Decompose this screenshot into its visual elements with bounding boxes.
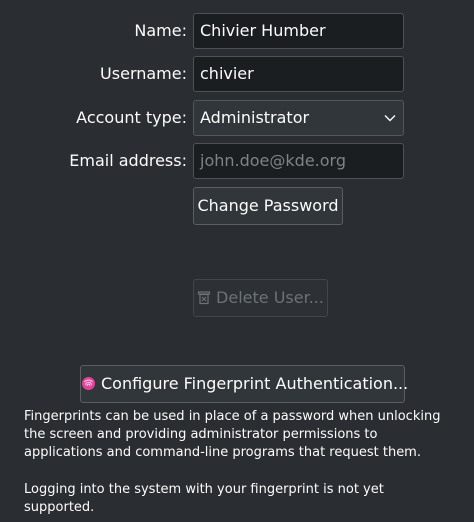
- account-type-label: Account type:: [76, 108, 187, 127]
- fingerprint-description: Fingerprints can be used in place of a p…: [24, 409, 441, 460]
- trash-icon: [197, 290, 211, 304]
- name-field[interactable]: Chivier Humber: [193, 13, 404, 49]
- account-type-value: Administrator: [200, 108, 310, 127]
- username-label: Username:: [100, 64, 187, 83]
- change-password-button[interactable]: Change Password: [193, 187, 343, 225]
- email-field[interactable]: john.doe@kde.org: [193, 143, 404, 179]
- delete-user-button[interactable]: Delete User...: [193, 279, 328, 317]
- fingerprint-login-note: Logging into the system with your finger…: [24, 482, 384, 515]
- fingerprint-icon: [82, 376, 95, 390]
- username-field[interactable]: chivier: [193, 56, 404, 92]
- name-label: Name:: [134, 21, 187, 40]
- delete-user-label: Delete User...: [216, 288, 324, 307]
- email-label: Email address:: [69, 151, 187, 170]
- configure-fingerprint-button[interactable]: Configure Fingerprint Authentication...: [80, 365, 409, 403]
- account-type-select[interactable]: Administrator: [193, 100, 404, 136]
- configure-fingerprint-label: Configure Fingerprint Authentication...: [101, 374, 409, 393]
- chevron-down-icon: [384, 115, 396, 122]
